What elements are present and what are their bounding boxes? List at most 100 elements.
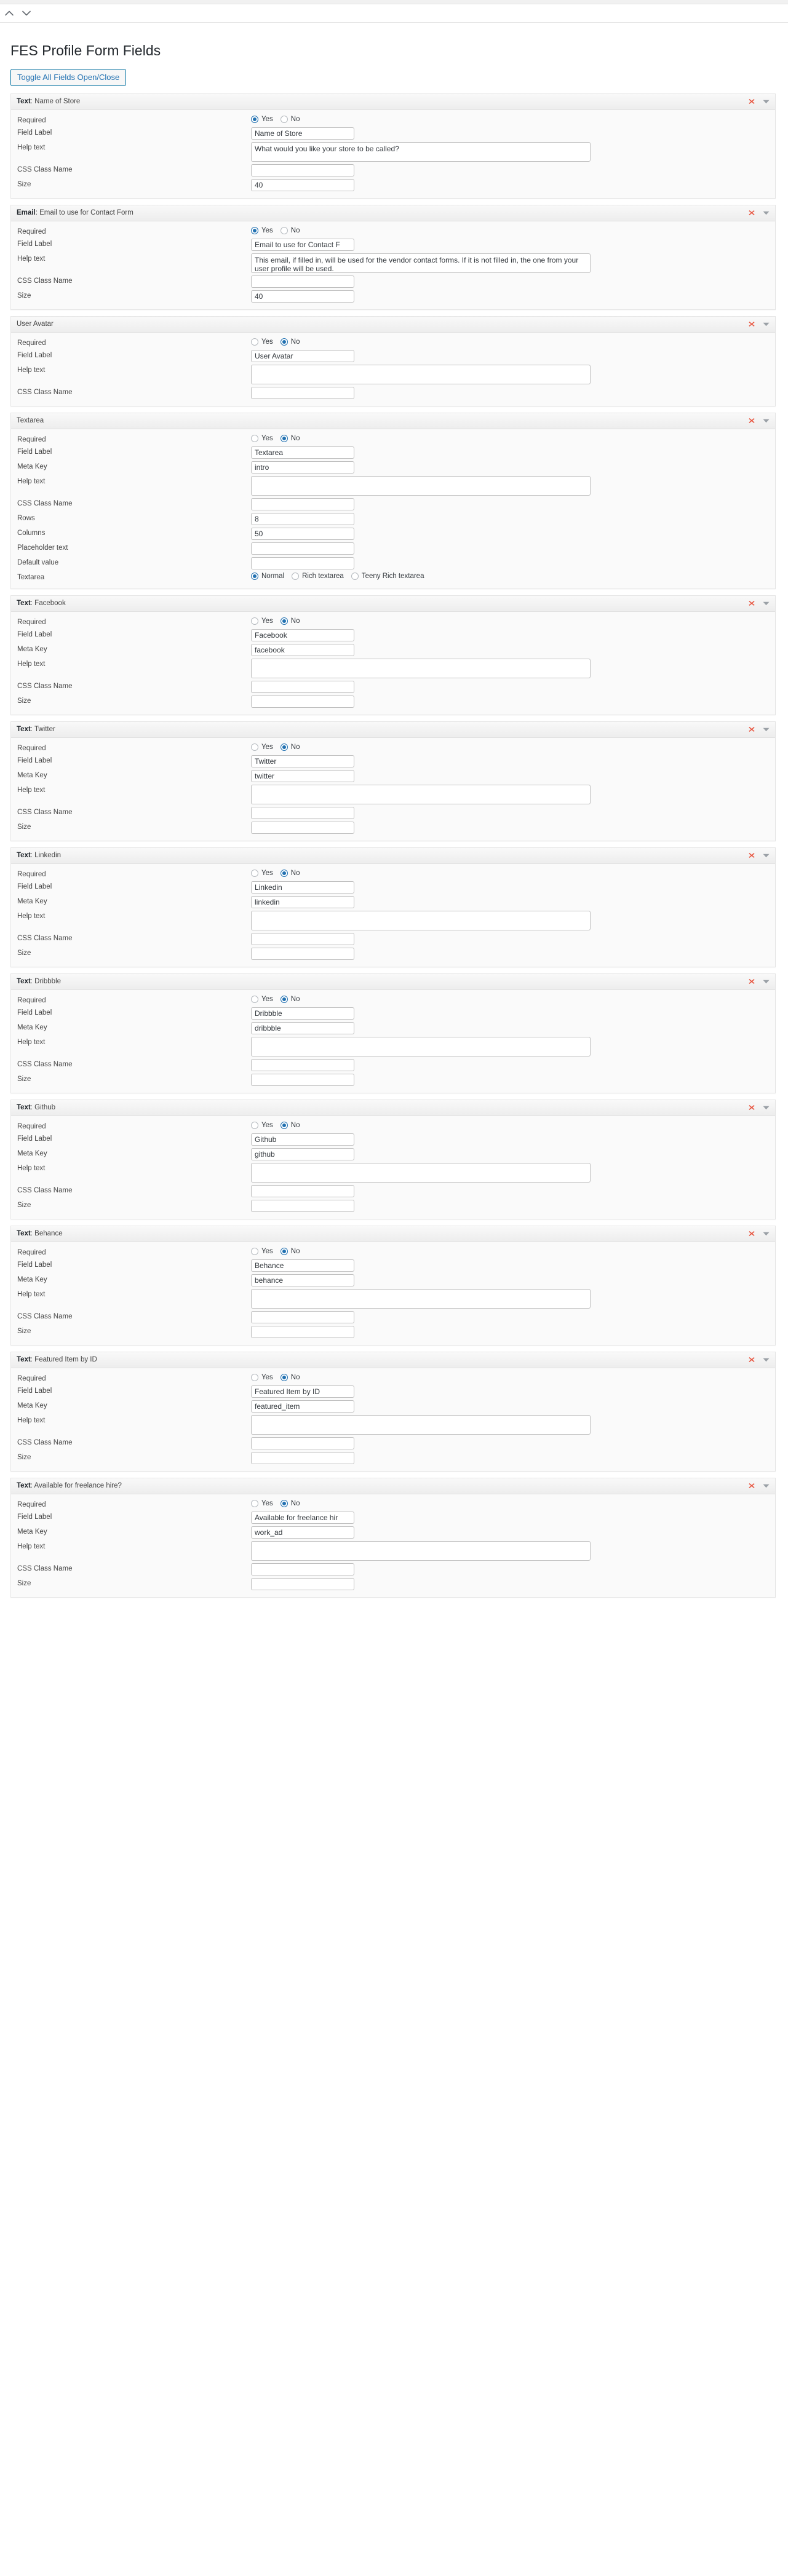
field-label-input[interactable] bbox=[251, 628, 354, 641]
field-panel-header[interactable]: Text: Facebook bbox=[11, 595, 775, 612]
radio-yes-icon[interactable] bbox=[251, 869, 258, 877]
size-input[interactable] bbox=[251, 290, 354, 303]
help-text-textarea[interactable] bbox=[251, 1036, 591, 1056]
chevron-down-icon[interactable] bbox=[20, 7, 33, 20]
field-label-input[interactable] bbox=[251, 446, 354, 459]
required-yes-option[interactable]: Yes bbox=[251, 115, 278, 123]
field-label-input[interactable] bbox=[251, 1007, 354, 1020]
css-class-name-input[interactable] bbox=[251, 1563, 354, 1575]
required-yes-option[interactable]: Yes bbox=[251, 226, 278, 234]
remove-field-icon[interactable] bbox=[747, 851, 756, 860]
radio-yes-icon[interactable] bbox=[251, 434, 258, 442]
field-label-input[interactable] bbox=[251, 1385, 354, 1398]
radio-yes-icon[interactable] bbox=[251, 617, 258, 625]
remove-field-icon[interactable] bbox=[747, 416, 756, 425]
css-class-name-input[interactable] bbox=[251, 275, 354, 288]
radio-normal-icon[interactable] bbox=[251, 572, 258, 580]
field-panel-header[interactable]: Text: Behance bbox=[11, 1226, 775, 1242]
radio-teeny-rich-textarea-icon[interactable] bbox=[351, 572, 359, 580]
required-no-option[interactable]: No bbox=[280, 743, 305, 751]
required-radio-group[interactable]: Yes No bbox=[251, 869, 769, 877]
required-no-option[interactable]: No bbox=[280, 869, 305, 877]
help-text-textarea[interactable] bbox=[251, 784, 591, 804]
radio-no-icon[interactable] bbox=[280, 1373, 288, 1381]
field-panel-header[interactable]: User Avatar bbox=[11, 316, 775, 333]
field-panel-header[interactable]: Email: Email to use for Contact Form bbox=[11, 205, 775, 221]
required-radio-group[interactable]: Yes No bbox=[251, 226, 769, 234]
help-text-textarea[interactable]: This email, if filled in, will be used f… bbox=[251, 253, 591, 273]
remove-field-icon[interactable] bbox=[747, 208, 756, 217]
radio-no-icon[interactable] bbox=[280, 434, 288, 442]
required-no-option[interactable]: No bbox=[280, 995, 305, 1003]
size-input[interactable] bbox=[251, 1451, 354, 1464]
remove-field-icon[interactable] bbox=[747, 1103, 756, 1112]
placeholder-text-input[interactable] bbox=[251, 542, 354, 555]
toggle-panel-icon[interactable] bbox=[762, 600, 770, 608]
meta-key-input[interactable] bbox=[251, 769, 354, 782]
required-yes-option[interactable]: Yes bbox=[251, 1247, 278, 1255]
toggle-all-fields-button[interactable]: Toggle All Fields Open/Close bbox=[10, 68, 127, 86]
css-class-name-input[interactable] bbox=[251, 1058, 354, 1071]
required-no-option[interactable]: No bbox=[280, 338, 305, 346]
toggle-panel-icon[interactable] bbox=[762, 726, 770, 734]
meta-key-input[interactable] bbox=[251, 1274, 354, 1286]
radio-yes-icon[interactable] bbox=[251, 115, 258, 123]
size-input[interactable] bbox=[251, 695, 354, 708]
toggle-panel-icon[interactable] bbox=[762, 209, 770, 217]
radio-yes-icon[interactable] bbox=[251, 743, 258, 751]
remove-field-icon[interactable] bbox=[747, 977, 756, 986]
radio-no-icon[interactable] bbox=[280, 226, 288, 234]
radio-no-icon[interactable] bbox=[280, 1121, 288, 1129]
radio-no-icon[interactable] bbox=[280, 995, 288, 1003]
help-text-textarea[interactable] bbox=[251, 1162, 591, 1183]
css-class-name-input[interactable] bbox=[251, 386, 354, 399]
help-text-textarea[interactable] bbox=[251, 658, 591, 678]
help-text-textarea[interactable] bbox=[251, 1414, 591, 1435]
size-input[interactable] bbox=[251, 1325, 354, 1338]
meta-key-input[interactable] bbox=[251, 1526, 354, 1539]
size-input[interactable] bbox=[251, 821, 354, 834]
required-no-option[interactable]: No bbox=[280, 1121, 305, 1129]
toggle-panel-icon[interactable] bbox=[762, 1482, 770, 1490]
textarea-option-rich-textarea[interactable]: Rich textarea bbox=[292, 572, 349, 580]
remove-field-icon[interactable] bbox=[747, 725, 756, 734]
css-class-name-input[interactable] bbox=[251, 932, 354, 945]
css-class-name-input[interactable] bbox=[251, 164, 354, 176]
remove-field-icon[interactable] bbox=[747, 1355, 756, 1364]
required-radio-group[interactable]: Yes No bbox=[251, 115, 769, 123]
required-radio-group[interactable]: Yes No bbox=[251, 338, 769, 346]
chevron-up-icon[interactable] bbox=[2, 7, 16, 20]
help-text-textarea[interactable] bbox=[251, 1288, 591, 1309]
meta-key-input[interactable] bbox=[251, 1400, 354, 1413]
help-text-textarea[interactable]: What would you like your store to be cal… bbox=[251, 141, 591, 162]
field-panel-header[interactable]: Text: Dribbble bbox=[11, 973, 775, 990]
meta-key-input[interactable] bbox=[251, 895, 354, 908]
remove-field-icon[interactable] bbox=[747, 1481, 756, 1490]
required-yes-option[interactable]: Yes bbox=[251, 869, 278, 877]
toggle-panel-icon[interactable] bbox=[762, 852, 770, 860]
css-class-name-input[interactable] bbox=[251, 680, 354, 693]
css-class-name-input[interactable] bbox=[251, 1437, 354, 1449]
css-class-name-input[interactable] bbox=[251, 497, 354, 510]
radio-yes-icon[interactable] bbox=[251, 338, 258, 346]
required-yes-option[interactable]: Yes bbox=[251, 1373, 278, 1381]
meta-key-input[interactable] bbox=[251, 1021, 354, 1034]
required-radio-group[interactable]: Yes No bbox=[251, 995, 769, 1003]
remove-field-icon[interactable] bbox=[747, 320, 756, 328]
radio-no-icon[interactable] bbox=[280, 1499, 288, 1507]
meta-key-input[interactable] bbox=[251, 461, 354, 474]
toggle-panel-icon[interactable] bbox=[762, 98, 770, 106]
size-input[interactable] bbox=[251, 1199, 354, 1212]
required-radio-group[interactable]: Yes No bbox=[251, 1499, 769, 1507]
radio-no-icon[interactable] bbox=[280, 115, 288, 123]
radio-yes-icon[interactable] bbox=[251, 1499, 258, 1507]
css-class-name-input[interactable] bbox=[251, 806, 354, 819]
field-panel-header[interactable]: Text: Available for freelance hire? bbox=[11, 1478, 775, 1494]
meta-key-input[interactable] bbox=[251, 1147, 354, 1160]
radio-yes-icon[interactable] bbox=[251, 1373, 258, 1381]
css-class-name-input[interactable] bbox=[251, 1310, 354, 1323]
radio-no-icon[interactable] bbox=[280, 617, 288, 625]
toggle-panel-icon[interactable] bbox=[762, 1356, 770, 1364]
field-label-input[interactable] bbox=[251, 238, 354, 251]
toggle-panel-icon[interactable] bbox=[762, 417, 770, 425]
